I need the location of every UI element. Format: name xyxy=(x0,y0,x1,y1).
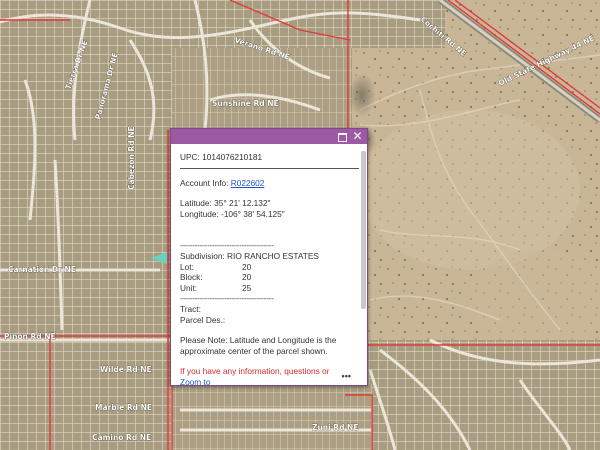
popup-scrollbar[interactable] xyxy=(361,151,366,309)
street-label: Wilde Rd NE xyxy=(100,365,152,374)
unit-row: Unit: 25 xyxy=(180,283,350,294)
block-value: 20 xyxy=(242,272,252,283)
account-info: Account Info: R022602 xyxy=(180,178,350,189)
close-icon: ✕ xyxy=(352,129,363,143)
account-label: Account Info: xyxy=(180,177,231,188)
subdivision-grid xyxy=(0,0,445,48)
popup-content: UPC: 1014076210181 Account Info: R022602… xyxy=(171,145,359,385)
street-label: Camino Rd NE xyxy=(92,433,151,442)
dash-separator: -------------------------------------- xyxy=(180,293,274,304)
zoom-to-link[interactable]: Zoom to xyxy=(180,377,210,385)
longitude-text: Longitude: -106° 38' 54.125" xyxy=(180,208,285,219)
upc-text: UPC: 1014076210181 xyxy=(180,152,263,162)
more-actions-button[interactable]: ••• xyxy=(342,371,351,381)
parcel-info-popup: ✕ UPC: 1014076210181 Account Info: R0226… xyxy=(170,128,368,386)
street-label: Cabezon Rd NE xyxy=(127,126,136,190)
block-row: Block: 20 xyxy=(180,272,350,283)
block-label: Block: xyxy=(180,272,203,283)
tract-text: Tract: xyxy=(180,303,201,314)
maximize-icon xyxy=(338,133,347,142)
info-request-text: If you have any information, questions o… xyxy=(180,366,330,377)
account-link[interactable]: R022602 xyxy=(231,178,265,188)
divider xyxy=(180,167,359,169)
desert-patch xyxy=(360,110,580,270)
terrain-shadow xyxy=(348,73,376,117)
parcel-des-text: Parcel Des.: xyxy=(180,314,226,325)
lot-value: 20 xyxy=(242,261,252,272)
street-label: Zuni Rd NE xyxy=(312,423,358,432)
street-label: Marble Rd NE xyxy=(95,403,152,412)
dash-separator: -------------------------------------- xyxy=(180,240,274,251)
location-note: Please Note: Latitude and Longitude is t… xyxy=(180,335,337,356)
subdivision-text: Subdivision: RIO RANCHO ESTATES xyxy=(180,250,319,261)
subdivision-grid xyxy=(172,384,372,450)
street-label: Pinon Rd NE xyxy=(4,332,56,341)
street-label: Sunshine Rd NE xyxy=(212,99,279,108)
unit-value: 25 xyxy=(242,282,252,293)
unit-label: Unit: xyxy=(180,282,198,293)
latitude-text: Latitude: 35° 21' 12.132" xyxy=(180,198,271,209)
close-button[interactable]: ✕ xyxy=(351,130,364,143)
street-label: Carnation Dr NE xyxy=(8,265,76,274)
maximize-button[interactable] xyxy=(336,130,349,143)
lot-row: Lot: 20 xyxy=(180,262,350,273)
selected-parcel-marker[interactable] xyxy=(151,252,167,264)
popup-header: ✕ xyxy=(171,129,367,144)
lot-label: Lot: xyxy=(180,261,194,272)
subdivision-grid xyxy=(365,340,600,450)
